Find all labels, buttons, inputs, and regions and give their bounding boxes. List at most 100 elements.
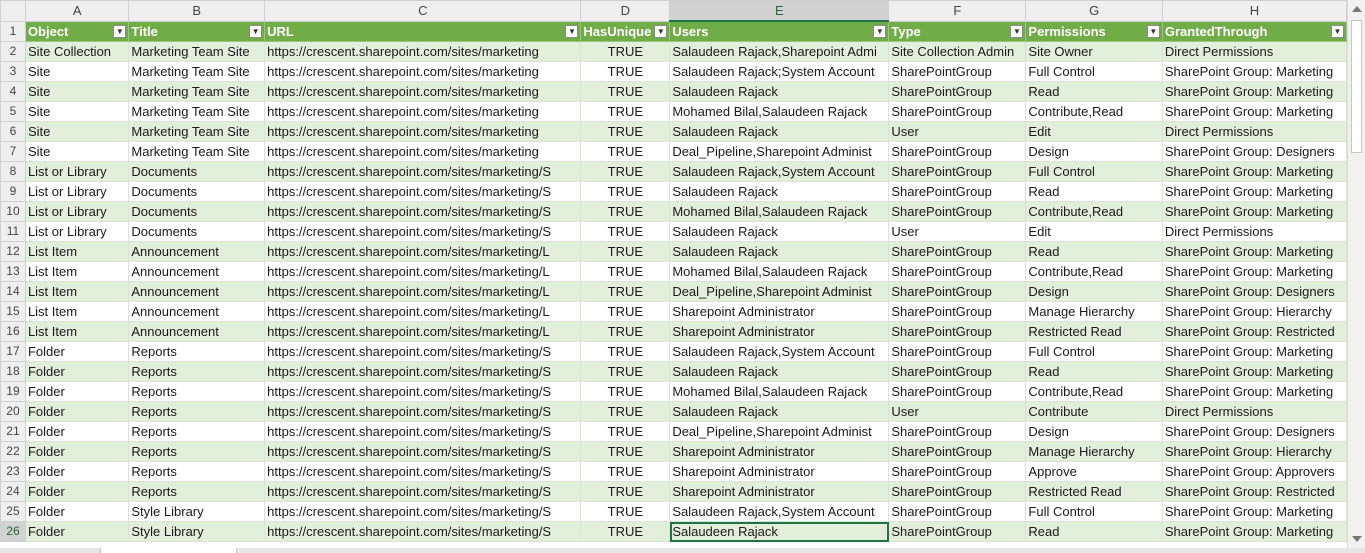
row-number[interactable]: 25: [0, 501, 26, 522]
table-cell[interactable]: Salaudeen Rajack: [669, 361, 890, 382]
table-cell[interactable]: TRUE: [580, 441, 671, 462]
table-cell[interactable]: Marketing Team Site: [128, 141, 266, 162]
table-cell[interactable]: TRUE: [580, 321, 671, 342]
select-all-corner[interactable]: [0, 0, 26, 22]
table-cell[interactable]: Sharepoint Administrator: [669, 461, 890, 482]
header-cell[interactable]: Object ▼: [24, 20, 130, 42]
table-cell[interactable]: Style Library: [128, 501, 266, 522]
row-number[interactable]: 20: [0, 401, 26, 422]
table-cell[interactable]: Direct Permissions: [1161, 221, 1347, 242]
table-cell[interactable]: Salaudeen Rajack: [669, 81, 890, 102]
table-cell[interactable]: Reports: [128, 381, 266, 402]
table-cell[interactable]: Documents: [128, 201, 266, 222]
table-cell[interactable]: Approve: [1025, 461, 1163, 482]
table-cell[interactable]: Full Control: [1025, 341, 1163, 362]
column-header-f[interactable]: F: [888, 0, 1027, 22]
table-cell[interactable]: List or Library: [24, 201, 130, 222]
table-cell[interactable]: Full Control: [1025, 61, 1163, 82]
table-cell[interactable]: List Item: [24, 241, 130, 262]
table-cell[interactable]: https://crescent.sharepoint.com/sites/ma…: [264, 501, 582, 522]
table-cell[interactable]: Full Control: [1025, 501, 1163, 522]
table-cell[interactable]: TRUE: [580, 101, 671, 122]
table-cell[interactable]: Contribute,Read: [1025, 261, 1163, 282]
row-number[interactable]: 6: [0, 121, 26, 142]
vertical-scrollbar[interactable]: [1347, 0, 1365, 548]
row-number[interactable]: 1: [0, 20, 26, 42]
table-cell[interactable]: Direct Permissions: [1161, 121, 1347, 142]
table-cell[interactable]: Reports: [128, 421, 266, 442]
table-cell[interactable]: SharePointGroup: [888, 101, 1027, 122]
table-cell[interactable]: Announcement: [128, 241, 266, 262]
header-cell[interactable]: Permissions ▼: [1025, 20, 1163, 42]
table-cell[interactable]: https://crescent.sharepoint.com/sites/ma…: [264, 101, 582, 122]
table-cell[interactable]: SharePointGroup: [888, 341, 1027, 362]
table-cell[interactable]: Announcement: [128, 301, 266, 322]
row-number[interactable]: 5: [0, 101, 26, 122]
table-cell[interactable]: SharePoint Group: Designers: [1161, 281, 1347, 302]
row-number[interactable]: 11: [0, 221, 26, 242]
table-cell[interactable]: Edit: [1025, 221, 1163, 242]
table-cell[interactable]: Marketing Team Site: [128, 121, 266, 142]
table-cell[interactable]: SharePoint Group: Hierarchy: [1161, 301, 1347, 322]
header-cell[interactable]: GrantedThrough ▼: [1161, 20, 1347, 42]
row-number[interactable]: 4: [0, 81, 26, 102]
table-cell[interactable]: User: [888, 401, 1027, 422]
table-cell[interactable]: SharePointGroup: [888, 521, 1027, 542]
table-cell[interactable]: TRUE: [580, 421, 671, 442]
table-cell[interactable]: SharePointGroup: [888, 261, 1027, 282]
table-cell[interactable]: Edit: [1025, 121, 1163, 142]
table-cell[interactable]: SharePoint Group: Marketing: [1161, 261, 1347, 282]
table-cell[interactable]: https://crescent.sharepoint.com/sites/ma…: [264, 161, 582, 182]
table-cell[interactable]: Salaudeen Rajack: [669, 181, 890, 202]
table-cell[interactable]: Site: [24, 121, 130, 142]
table-cell[interactable]: https://crescent.sharepoint.com/sites/ma…: [264, 121, 582, 142]
filter-dropdown-icon[interactable]: ▼: [249, 24, 263, 38]
table-cell[interactable]: SharePointGroup: [888, 481, 1027, 502]
table-cell[interactable]: User: [888, 221, 1027, 242]
table-cell[interactable]: https://crescent.sharepoint.com/sites/ma…: [264, 441, 582, 462]
table-cell[interactable]: Sharepoint Administrator: [669, 321, 890, 342]
table-cell[interactable]: TRUE: [580, 501, 671, 522]
row-number[interactable]: 12: [0, 241, 26, 262]
table-cell[interactable]: Folder: [24, 361, 130, 382]
table-cell[interactable]: TRUE: [580, 181, 671, 202]
table-cell[interactable]: SharePoint Group: Marketing: [1161, 201, 1347, 222]
table-cell[interactable]: https://crescent.sharepoint.com/sites/ma…: [264, 181, 582, 202]
table-cell[interactable]: Reports: [128, 341, 266, 362]
row-number[interactable]: 23: [0, 461, 26, 482]
table-cell[interactable]: Contribute,Read: [1025, 381, 1163, 402]
table-cell[interactable]: https://crescent.sharepoint.com/sites/ma…: [264, 41, 582, 62]
row-number[interactable]: 9: [0, 181, 26, 202]
table-cell[interactable]: Salaudeen Rajack: [669, 221, 890, 242]
table-cell[interactable]: SharePointGroup: [888, 141, 1027, 162]
table-cell[interactable]: Salaudeen Rajack: [669, 121, 890, 142]
table-cell[interactable]: Folder: [24, 501, 130, 522]
table-cell[interactable]: TRUE: [580, 261, 671, 282]
table-cell[interactable]: Announcement: [128, 321, 266, 342]
table-cell[interactable]: Reports: [128, 401, 266, 422]
table-cell[interactable]: Site: [24, 61, 130, 82]
scroll-down-icon[interactable]: [1352, 536, 1362, 542]
table-cell[interactable]: SharePoint Group: Restricted: [1161, 481, 1347, 502]
table-cell[interactable]: Marketing Team Site: [128, 61, 266, 82]
table-cell[interactable]: SharePointGroup: [888, 441, 1027, 462]
sheet-tab[interactable]: [100, 548, 237, 553]
table-cell[interactable]: SharePoint Group: Hierarchy: [1161, 441, 1347, 462]
table-cell[interactable]: Design: [1025, 281, 1163, 302]
table-cell[interactable]: Mohamed Bilal,Salaudeen Rajack: [669, 201, 890, 222]
table-cell[interactable]: https://crescent.sharepoint.com/sites/ma…: [264, 281, 582, 302]
table-cell[interactable]: Manage Hierarchy: [1025, 441, 1163, 462]
table-cell[interactable]: SharePointGroup: [888, 361, 1027, 382]
table-cell[interactable]: Reports: [128, 441, 266, 462]
filter-dropdown-icon[interactable]: ▼: [873, 25, 887, 38]
table-cell[interactable]: Read: [1025, 181, 1163, 202]
table-cell[interactable]: https://crescent.sharepoint.com/sites/ma…: [264, 381, 582, 402]
table-cell[interactable]: User: [888, 121, 1027, 142]
row-number[interactable]: 7: [0, 141, 26, 162]
table-cell[interactable]: https://crescent.sharepoint.com/sites/ma…: [264, 241, 582, 262]
table-cell[interactable]: https://crescent.sharepoint.com/sites/ma…: [264, 221, 582, 242]
table-cell[interactable]: SharePoint Group: Marketing: [1161, 181, 1347, 202]
table-cell[interactable]: Folder: [24, 461, 130, 482]
row-number[interactable]: 8: [0, 161, 26, 182]
table-cell[interactable]: Site: [24, 141, 130, 162]
